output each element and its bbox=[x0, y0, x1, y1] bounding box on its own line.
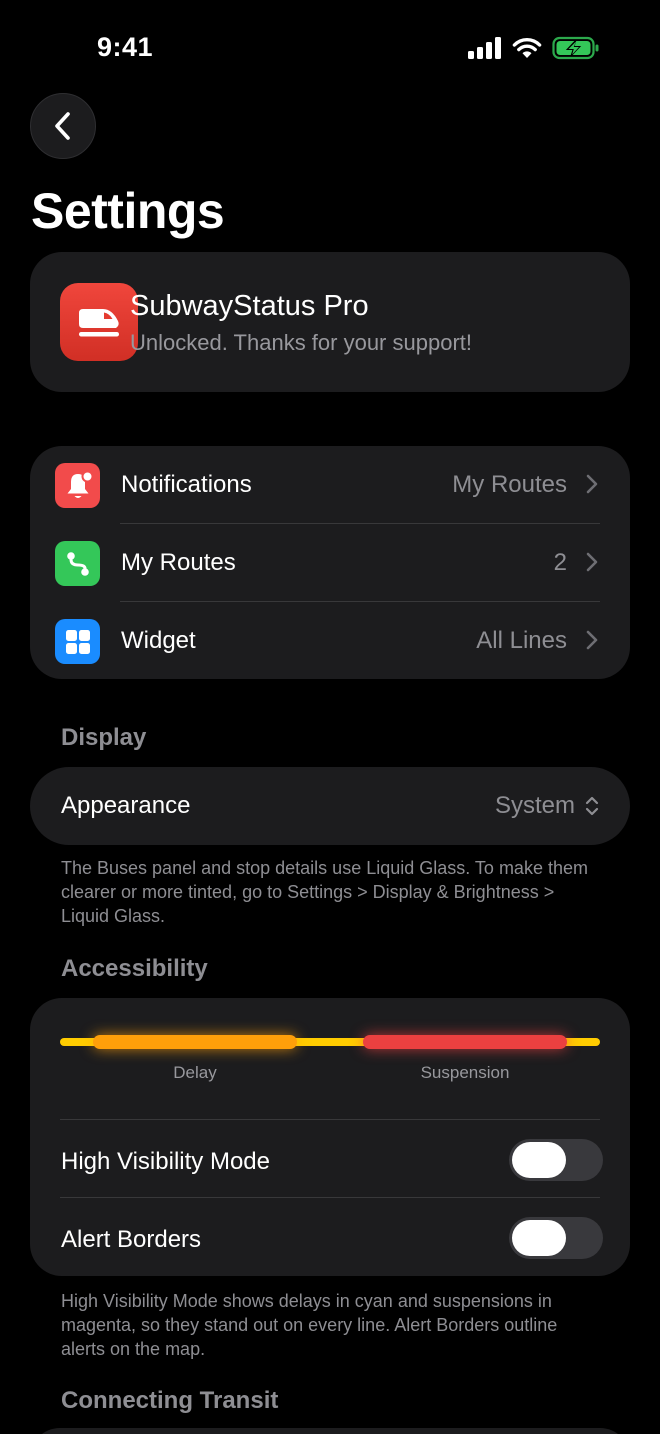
high-visibility-label: High Visibility Mode bbox=[61, 1148, 270, 1175]
toggle-knob bbox=[512, 1142, 566, 1178]
menu-value: All Lines bbox=[476, 627, 567, 654]
section-header-accessibility: Accessibility bbox=[61, 955, 208, 982]
divider bbox=[60, 1119, 600, 1120]
delay-label: Delay bbox=[173, 1063, 217, 1082]
suspension-segment bbox=[363, 1035, 567, 1049]
section-header-connecting-transit: Connecting Transit bbox=[61, 1387, 279, 1414]
high-visibility-toggle[interactable] bbox=[509, 1139, 603, 1181]
accessibility-card: Delay Suspension High Visibility Mode Al… bbox=[30, 998, 630, 1276]
connecting-transit-card bbox=[30, 1428, 630, 1434]
status-time: 9:41 bbox=[97, 32, 154, 62]
chevron-right-icon bbox=[586, 630, 598, 650]
menu-row-my-routes[interactable]: My Routes 2 bbox=[30, 524, 630, 602]
menu-card: Notifications My Routes My Routes 2 Widg… bbox=[30, 446, 630, 679]
battery-charging-icon bbox=[552, 36, 599, 60]
status-bar: 9:41 bbox=[0, 0, 660, 96]
menu-label: Widget bbox=[121, 627, 196, 654]
pro-name: SubwayStatus Pro bbox=[130, 290, 369, 322]
menu-value: My Routes bbox=[452, 471, 567, 498]
wifi-icon bbox=[512, 38, 542, 58]
toggle-knob bbox=[512, 1220, 566, 1256]
chevron-right-icon bbox=[586, 552, 598, 572]
display-footnote: The Buses panel and stop details use Liq… bbox=[61, 858, 588, 926]
menu-row-notifications[interactable]: Notifications My Routes bbox=[30, 446, 630, 524]
status-icons bbox=[468, 36, 600, 60]
grid-icon bbox=[55, 619, 100, 664]
appearance-row[interactable]: Appearance System bbox=[30, 767, 630, 845]
cellular-signal-icon bbox=[468, 37, 501, 59]
route-icon bbox=[55, 541, 100, 586]
menu-label: Notifications bbox=[121, 471, 252, 498]
delay-segment bbox=[93, 1035, 297, 1049]
appearance-label: Appearance bbox=[61, 792, 191, 819]
train-icon bbox=[60, 283, 138, 361]
alert-borders-label: Alert Borders bbox=[61, 1226, 202, 1253]
back-button[interactable] bbox=[30, 93, 96, 159]
suspension-label: Suspension bbox=[420, 1063, 510, 1082]
accessibility-footnote: High Visibility Mode shows delays in cya… bbox=[61, 1291, 558, 1359]
bell-icon bbox=[55, 463, 100, 508]
pro-subtitle: Unlocked. Thanks for your support! bbox=[130, 330, 472, 355]
page-title: Settings bbox=[31, 183, 225, 239]
chevron-left-icon bbox=[55, 112, 70, 140]
menu-value: 2 bbox=[553, 549, 567, 576]
menu-row-widget[interactable]: Widget All Lines bbox=[30, 602, 630, 680]
appearance-value: System bbox=[494, 792, 575, 819]
alert-borders-toggle[interactable] bbox=[509, 1217, 603, 1259]
section-header-display: Display bbox=[61, 724, 147, 751]
chevron-right-icon bbox=[586, 474, 598, 494]
menu-label: My Routes bbox=[121, 549, 236, 576]
chevron-up-down-icon bbox=[585, 796, 599, 816]
divider bbox=[60, 1197, 600, 1198]
